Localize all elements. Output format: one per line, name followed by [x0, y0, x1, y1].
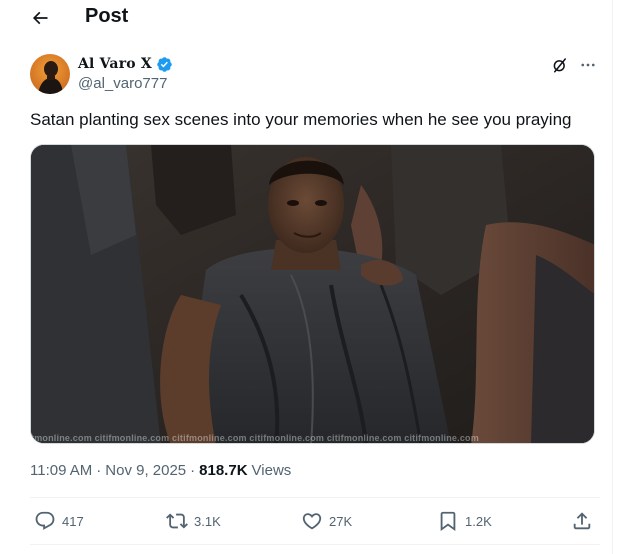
tweet-text: Satan planting sex scenes into your memo… — [30, 110, 572, 129]
reply-button[interactable]: 417 — [34, 510, 84, 532]
share-button[interactable] — [571, 510, 599, 532]
repost-button[interactable]: 3.1K — [166, 510, 221, 532]
bookmark-icon — [440, 511, 456, 532]
views-label: Views — [251, 462, 292, 479]
tweet-time[interactable]: 11:09 AM — [30, 462, 92, 479]
more-horizontal-icon — [581, 63, 595, 67]
grok-icon — [553, 58, 566, 73]
like-button[interactable]: 27K — [301, 510, 352, 532]
divider — [30, 544, 600, 545]
author-display-name[interactable]: Al Varo X — [78, 56, 152, 72]
back-button[interactable] — [26, 4, 54, 32]
divider — [30, 497, 600, 498]
image-watermark: tmonline.com citifmonline.com citifmonli… — [31, 433, 479, 443]
avatar[interactable] — [30, 54, 70, 94]
repost-icon — [166, 513, 188, 529]
bookmark-count: 1.2K — [465, 513, 492, 529]
author-name-row: Al Varo X — [78, 55, 173, 73]
post-header: Post — [0, 0, 612, 36]
tweet-date[interactable]: Nov 9, 2025 — [105, 462, 186, 479]
tweet-meta: 11:09 AM · Nov 9, 2025 · 818.7K Views — [30, 462, 291, 479]
like-count: 27K — [329, 513, 353, 529]
page-title: Post — [85, 5, 129, 27]
share-icon — [573, 512, 591, 530]
heart-icon — [302, 513, 322, 530]
bookmark-button[interactable]: 1.2K — [437, 510, 492, 532]
tweet-media-photo[interactable]: tmonline.com citifmonline.com citifmonli… — [30, 144, 595, 444]
arrow-left-icon — [32, 11, 48, 25]
meta-separator: · — [190, 462, 196, 479]
grok-button[interactable] — [549, 54, 571, 76]
verified-badge-icon[interactable] — [156, 56, 173, 73]
repost-count: 3.1K — [194, 513, 221, 529]
more-options-button[interactable] — [577, 54, 599, 76]
reply-icon — [35, 511, 55, 530]
post-column: Post Al Varo X @al_varo777 Satan plantin… — [0, 0, 613, 554]
author-handle[interactable]: @al_varo777 — [78, 75, 167, 92]
views-count: 818.7K — [199, 462, 248, 479]
meta-separator: · — [96, 462, 102, 479]
reply-count: 417 — [62, 513, 84, 529]
